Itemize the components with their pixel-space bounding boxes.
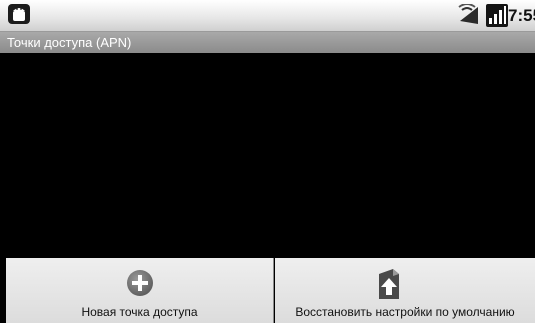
clock-time: 7:55 bbox=[508, 6, 535, 25]
status-bar: 7:55AM bbox=[0, 0, 535, 32]
android-icon bbox=[8, 4, 30, 24]
page-title: Точки доступа (APN) bbox=[7, 35, 132, 50]
reset-defaults-label: Восстановить настройки по умолчанию bbox=[295, 305, 515, 319]
new-apn-label: Новая точка доступа bbox=[81, 305, 198, 319]
title-bar: Точки доступа (APN) bbox=[0, 32, 535, 53]
restore-icon bbox=[375, 268, 403, 300]
status-clock: 7:55AM bbox=[508, 6, 535, 26]
options-menu: Новая точка доступа Восстановить настрой… bbox=[6, 257, 535, 323]
apn-list-area bbox=[0, 53, 535, 257]
reset-defaults-button[interactable]: Восстановить настройки по умолчанию bbox=[275, 258, 535, 323]
new-apn-button[interactable]: Новая точка доступа bbox=[6, 258, 274, 323]
plus-icon bbox=[127, 270, 153, 296]
signal-wave-icon bbox=[456, 3, 482, 27]
signal-bars-icon bbox=[486, 4, 508, 27]
